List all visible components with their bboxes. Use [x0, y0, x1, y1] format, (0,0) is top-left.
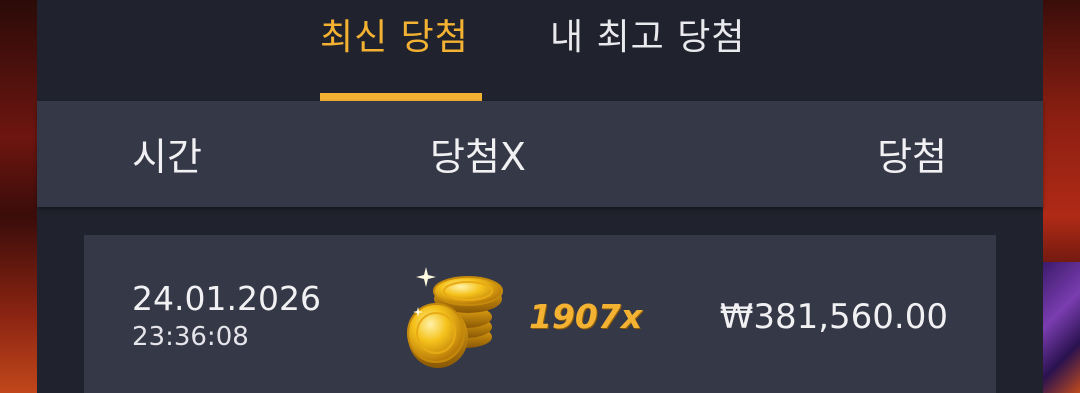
- side-game-art: [1040, 262, 1080, 393]
- column-header-time: 시간: [132, 135, 202, 179]
- column-header-win: 당첨: [877, 135, 947, 179]
- row-time: 23:36:08: [132, 322, 249, 352]
- coin-stack-icon: [407, 267, 503, 368]
- table-header: 시간 당첨X 당첨: [37, 101, 1043, 207]
- row-multiplier: 1907x: [529, 297, 643, 336]
- winnings-panel: 최신 당첨 내 최고 당첨 시간 당첨X 당첨 24.01.2026 23:36…: [37, 0, 1043, 393]
- tab-my-best-wins[interactable]: 내 최고 당첨: [550, 14, 746, 62]
- row-win-amount: ₩381,560.00: [719, 297, 948, 337]
- table-row[interactable]: 24.01.2026 23:36:08 1907x ₩381,560.00: [84, 235, 996, 393]
- background-art-left: [0, 0, 40, 393]
- row-date: 24.01.2026: [132, 279, 321, 318]
- tab-bar: 최신 당첨 내 최고 당첨: [37, 0, 1043, 101]
- tab-latest-wins[interactable]: 최신 당첨: [320, 14, 469, 62]
- column-header-multiplier: 당첨X: [430, 135, 526, 179]
- active-tab-indicator: [320, 93, 482, 101]
